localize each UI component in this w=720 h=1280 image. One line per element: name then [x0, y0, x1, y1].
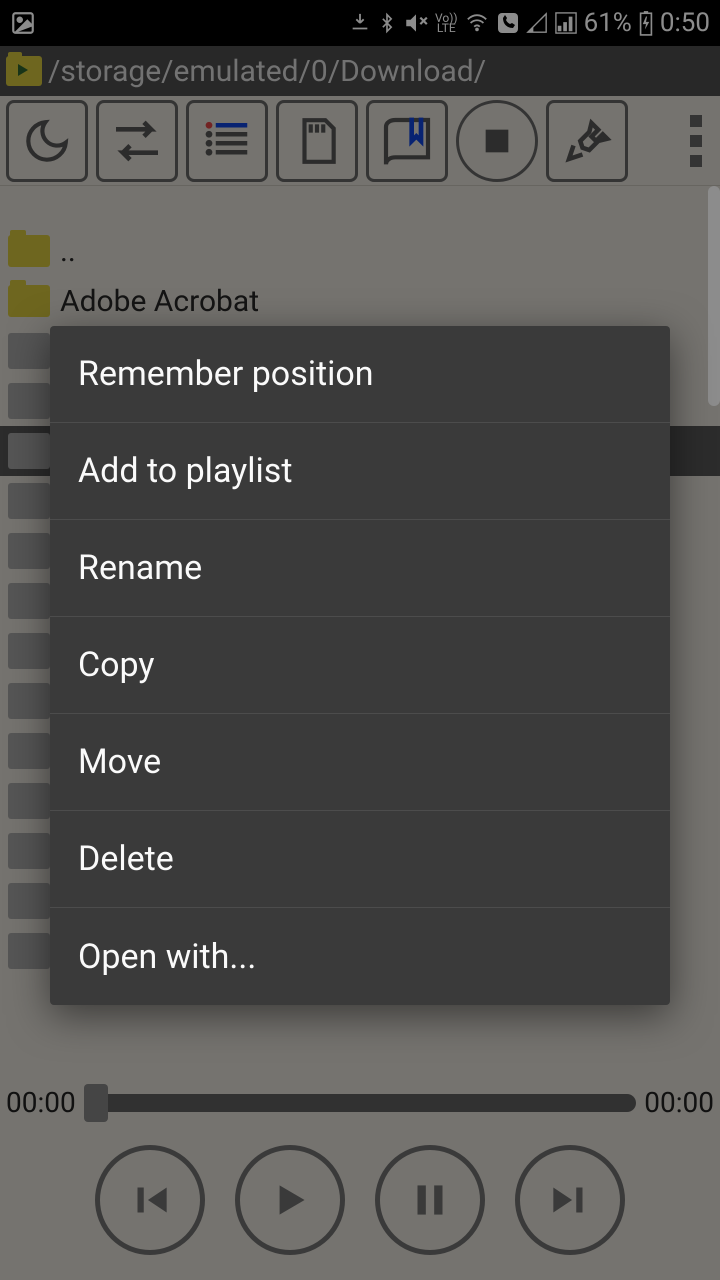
- menu-label: Move: [78, 742, 161, 782]
- menu-remember-position[interactable]: Remember position: [50, 326, 670, 423]
- menu-move[interactable]: Move: [50, 714, 670, 811]
- menu-label: Copy: [78, 645, 155, 685]
- menu-add-to-playlist[interactable]: Add to playlist: [50, 423, 670, 520]
- menu-label: Delete: [78, 839, 174, 879]
- menu-label: Remember position: [78, 354, 374, 394]
- context-menu: Remember position Add to playlist Rename…: [50, 326, 670, 1005]
- menu-delete[interactable]: Delete: [50, 811, 670, 908]
- menu-rename[interactable]: Rename: [50, 520, 670, 617]
- menu-copy[interactable]: Copy: [50, 617, 670, 714]
- menu-label: Add to playlist: [78, 451, 292, 491]
- menu-open-with[interactable]: Open with...: [50, 908, 670, 1005]
- menu-label: Open with...: [78, 937, 256, 977]
- menu-label: Rename: [78, 548, 202, 588]
